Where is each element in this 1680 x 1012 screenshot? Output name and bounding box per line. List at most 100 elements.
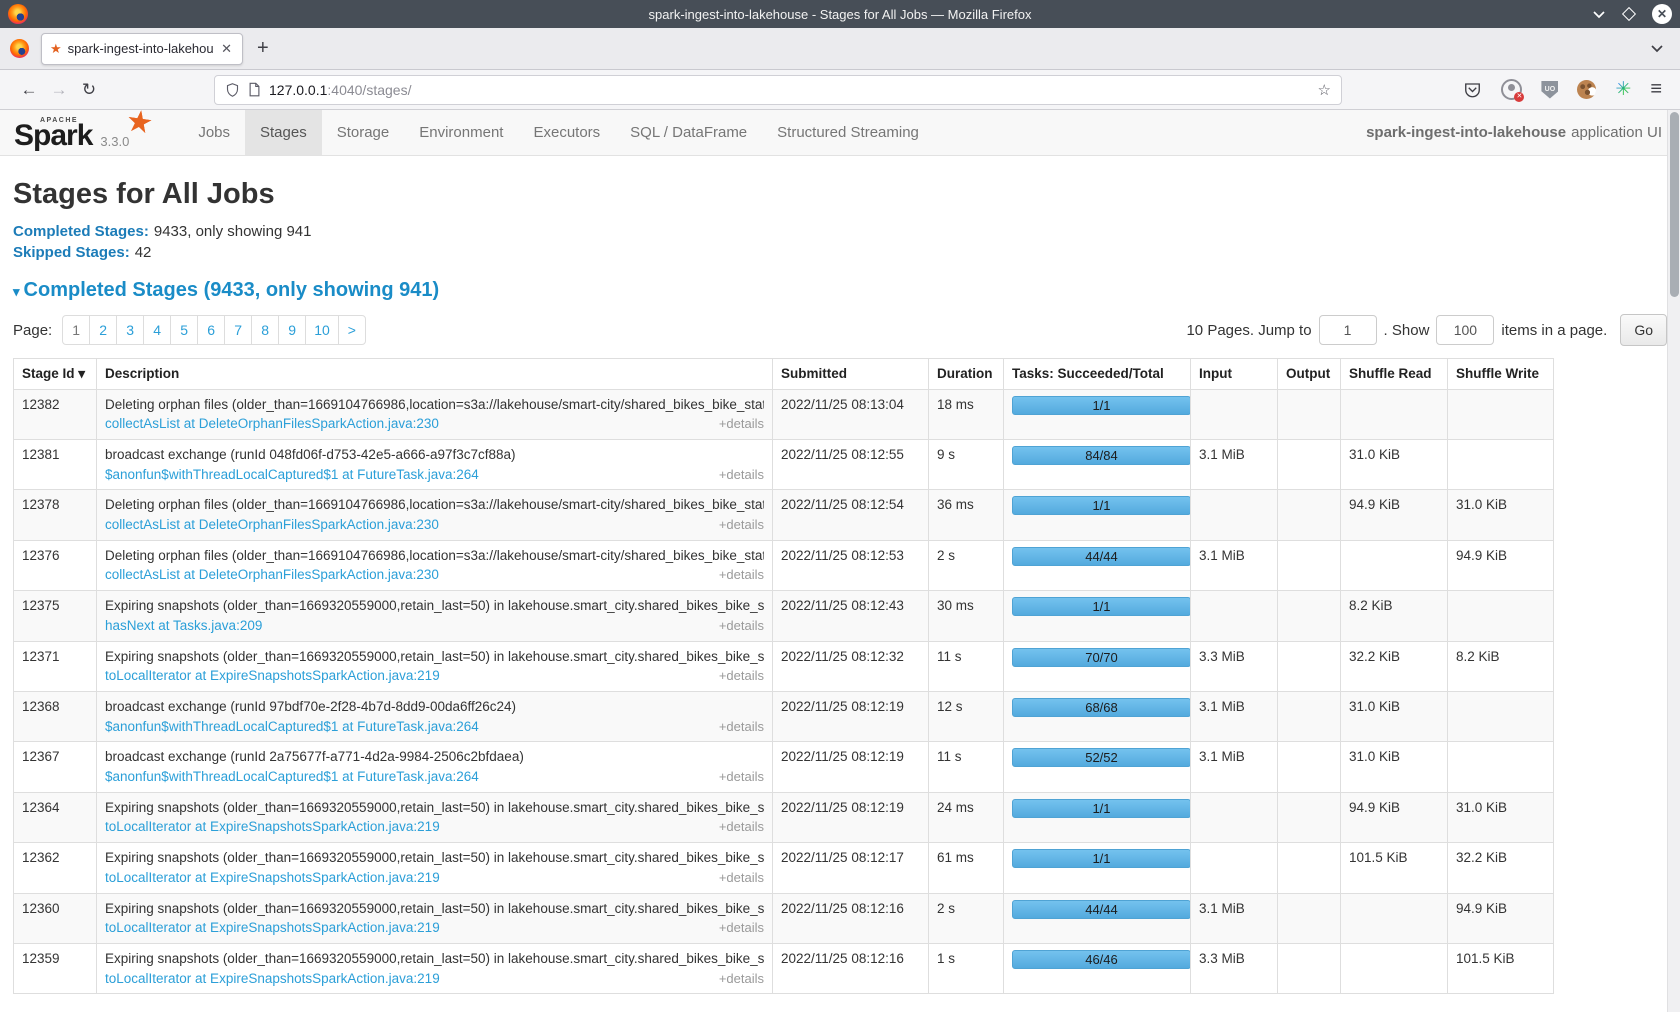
- jump-to-page-input[interactable]: [1319, 315, 1377, 345]
- details-toggle[interactable]: +details: [719, 466, 764, 485]
- stage-id-cell: 12381: [14, 439, 97, 489]
- submitted-cell: 2022/11/25 08:12:16: [773, 944, 929, 994]
- stage-detail-link[interactable]: toLocalIterator at ExpireSnapshotsSparkA…: [105, 666, 440, 686]
- browser-tab[interactable]: ★ spark-ingest-into-lakehous ✕: [41, 33, 243, 65]
- details-toggle[interactable]: +details: [719, 919, 764, 938]
- reload-button[interactable]: ↻: [74, 80, 104, 100]
- output-cell: [1278, 742, 1341, 792]
- stage-detail-link[interactable]: collectAsList at DeleteOrphanFilesSparkA…: [105, 515, 439, 535]
- column-header[interactable]: Description: [97, 359, 773, 390]
- column-header[interactable]: Submitted: [773, 359, 929, 390]
- page-link[interactable]: 10: [305, 315, 339, 345]
- table-row: 12359Expiring snapshots (older_than=1669…: [14, 944, 1554, 994]
- ublock-origin-icon[interactable]: UO: [1541, 81, 1558, 99]
- stage-detail-link[interactable]: collectAsList at DeleteOrphanFilesSparkA…: [105, 414, 439, 434]
- page-link[interactable]: 9: [278, 315, 306, 345]
- stage-detail-link[interactable]: toLocalIterator at ExpireSnapshotsSparkA…: [105, 817, 440, 837]
- go-button[interactable]: Go: [1620, 314, 1667, 346]
- spark-tab-storage[interactable]: Storage: [322, 110, 405, 155]
- cookie-extension-icon[interactable]: [1577, 80, 1596, 99]
- firefox-view-icon[interactable]: [10, 39, 29, 58]
- column-header[interactable]: Output: [1278, 359, 1341, 390]
- page-button-1: 1: [62, 315, 90, 345]
- page-link[interactable]: 7: [224, 315, 252, 345]
- tasks-cell: 1/1: [1004, 843, 1191, 893]
- table-row: 12382Deleting orphan files (older_than=1…: [14, 389, 1554, 439]
- column-header[interactable]: Shuffle Write: [1448, 359, 1554, 390]
- details-toggle[interactable]: +details: [719, 415, 764, 434]
- page-link[interactable]: 2: [89, 315, 117, 345]
- duration-cell: 9 s: [929, 439, 1004, 489]
- page-link[interactable]: 1: [62, 315, 90, 345]
- output-cell: [1278, 641, 1341, 691]
- stage-detail-link[interactable]: hasNext at Tasks.java:209: [105, 616, 262, 636]
- completed-stages-link[interactable]: Completed Stages:: [13, 223, 149, 240]
- scrollbar-thumb[interactable]: [1670, 112, 1679, 297]
- list-all-tabs-icon[interactable]: [1650, 44, 1664, 53]
- minimize-button[interactable]: [1592, 10, 1606, 19]
- details-toggle[interactable]: +details: [719, 617, 764, 636]
- stage-id-cell: 12376: [14, 540, 97, 590]
- output-cell: [1278, 490, 1341, 540]
- tab-close-icon[interactable]: ✕: [219, 41, 234, 57]
- page-link[interactable]: 5: [170, 315, 198, 345]
- stage-detail-link[interactable]: $anonfun$withThreadLocalCaptured$1 at Fu…: [105, 767, 479, 787]
- spark-logo[interactable]: APACHE Spark ★ 3.3.0: [14, 110, 155, 155]
- pocket-icon[interactable]: [1463, 81, 1482, 99]
- task-progress-bar: 68/68: [1012, 698, 1191, 717]
- back-button[interactable]: ←: [14, 80, 44, 100]
- stage-detail-link[interactable]: $anonfun$withThreadLocalCaptured$1 at Fu…: [105, 465, 479, 485]
- spark-tab-sql-dataframe[interactable]: SQL / DataFrame: [615, 110, 762, 155]
- stage-detail-link[interactable]: toLocalIterator at ExpireSnapshotsSparkA…: [105, 969, 440, 989]
- menu-hamburger-icon[interactable]: ≡: [1650, 78, 1662, 101]
- spark-tab-executors[interactable]: Executors: [518, 110, 615, 155]
- input-cell: 3.1 MiB: [1191, 893, 1278, 943]
- column-header[interactable]: Stage Id ▾: [14, 359, 97, 390]
- bookmark-star-icon[interactable]: ☆: [1318, 81, 1331, 99]
- spark-tab-jobs[interactable]: Jobs: [183, 110, 245, 155]
- page-link[interactable]: 8: [251, 315, 279, 345]
- extension-asterisk-icon[interactable]: ✳: [1615, 80, 1631, 99]
- stage-detail-link[interactable]: toLocalIterator at ExpireSnapshotsSparkA…: [105, 868, 440, 888]
- page-link[interactable]: 6: [197, 315, 225, 345]
- shuffle-write-cell: [1448, 389, 1554, 439]
- page-scrollbar[interactable]: [1667, 110, 1680, 1012]
- completed-stages-section-toggle[interactable]: ▾Completed Stages (9433, only showing 94…: [13, 279, 1667, 302]
- stage-detail-link[interactable]: toLocalIterator at ExpireSnapshotsSparkA…: [105, 918, 440, 938]
- description-cell: Expiring snapshots (older_than=166932055…: [97, 591, 773, 641]
- column-header[interactable]: Duration: [929, 359, 1004, 390]
- account-icon[interactable]: [1501, 79, 1522, 100]
- details-toggle[interactable]: +details: [719, 566, 764, 585]
- column-header[interactable]: Input: [1191, 359, 1278, 390]
- close-window-button[interactable]: ✕: [1652, 4, 1672, 24]
- details-toggle[interactable]: +details: [719, 970, 764, 989]
- column-header[interactable]: Tasks: Succeeded/Total: [1004, 359, 1191, 390]
- page-link[interactable]: 3: [116, 315, 144, 345]
- page-link[interactable]: >: [338, 315, 366, 345]
- output-cell: [1278, 540, 1341, 590]
- page-info-icon[interactable]: [248, 82, 261, 97]
- page-button-4: 4: [144, 315, 171, 345]
- column-header[interactable]: Shuffle Read: [1341, 359, 1448, 390]
- details-toggle[interactable]: +details: [719, 516, 764, 535]
- url-bar[interactable]: 127.0.0.1:4040/stages/ ☆: [214, 75, 1342, 105]
- spark-tab-environment[interactable]: Environment: [404, 110, 518, 155]
- table-row: 12367broadcast exchange (runId 2a75677f-…: [14, 742, 1554, 792]
- spark-tab-stages[interactable]: Stages: [245, 110, 322, 155]
- spark-tab-structured-streaming[interactable]: Structured Streaming: [762, 110, 934, 155]
- details-toggle[interactable]: +details: [719, 667, 764, 686]
- details-toggle[interactable]: +details: [719, 818, 764, 837]
- stage-detail-link[interactable]: collectAsList at DeleteOrphanFilesSparkA…: [105, 565, 439, 585]
- details-toggle[interactable]: +details: [719, 768, 764, 787]
- stage-detail-link[interactable]: $anonfun$withThreadLocalCaptured$1 at Fu…: [105, 717, 479, 737]
- maximize-button[interactable]: [1622, 7, 1636, 21]
- new-tab-button[interactable]: +: [257, 37, 269, 60]
- shuffle-read-cell: 31.0 KiB: [1341, 742, 1448, 792]
- details-toggle[interactable]: +details: [719, 718, 764, 737]
- shield-icon[interactable]: [225, 82, 240, 98]
- details-toggle[interactable]: +details: [719, 869, 764, 888]
- forward-button[interactable]: →: [44, 80, 74, 100]
- page-link[interactable]: 4: [143, 315, 171, 345]
- items-per-page-input[interactable]: [1436, 315, 1494, 345]
- skipped-stages-link[interactable]: Skipped Stages:: [13, 244, 130, 261]
